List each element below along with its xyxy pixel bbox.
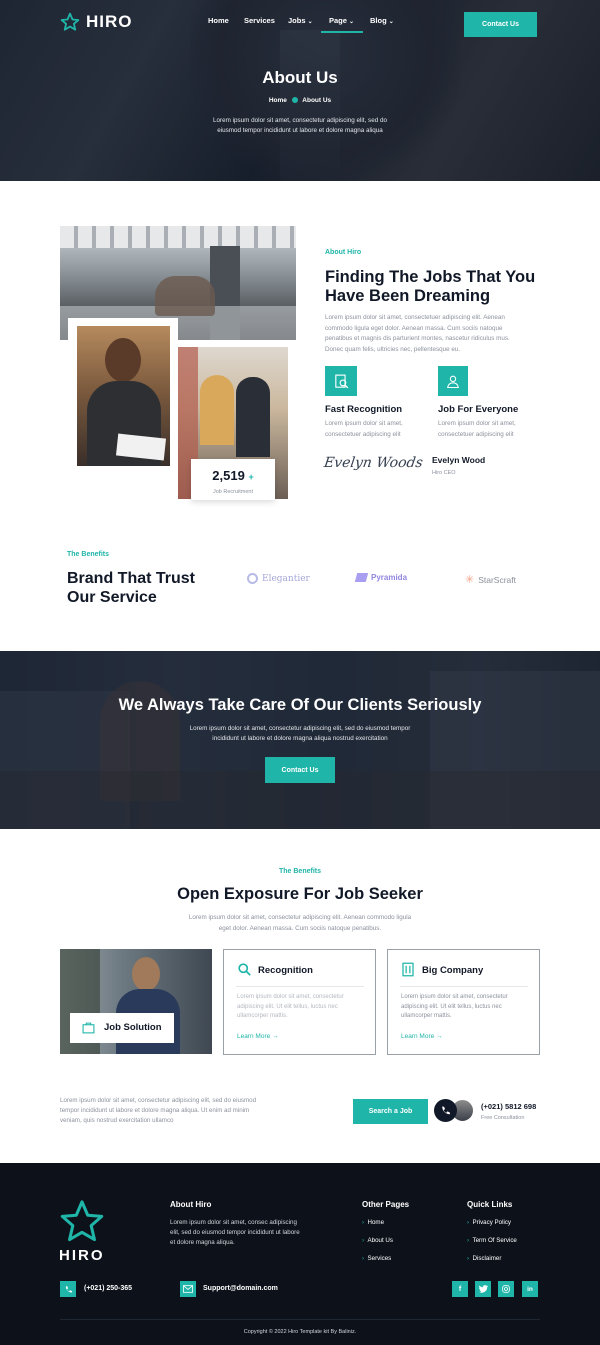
stat-value: 2,519 xyxy=(212,468,245,483)
nav-jobs[interactable]: Jobs ⌄ xyxy=(288,16,329,25)
benefits-title: Open Exposure For Job Seeker xyxy=(177,885,423,903)
consultation-phone[interactable]: (+021) 5812 698 xyxy=(481,1102,536,1111)
brand-logo-starscraft: ✳ StarScraft xyxy=(465,574,517,586)
ceo-role: Hiro CEO xyxy=(432,470,456,476)
header-contact-button[interactable]: Contact Us xyxy=(464,12,537,37)
footer-mail-icon xyxy=(180,1281,196,1297)
everyone-icon-box xyxy=(438,366,468,396)
card-title: Recognition xyxy=(258,965,313,976)
document-search-icon xyxy=(334,374,348,388)
phone-icon xyxy=(442,1106,451,1115)
search-job-button[interactable]: Search a Job xyxy=(353,1099,428,1124)
ceo-signature: Evelyn Woods xyxy=(322,455,424,471)
breadcrumb: Home About Us xyxy=(0,97,600,104)
stat-card: 2,519 + Job Recruitment xyxy=(191,459,275,500)
footer-link-services[interactable]: › Services xyxy=(362,1255,391,1262)
arrow-right-icon: → xyxy=(272,1033,279,1040)
benefits-eyebrow: The Benefits xyxy=(278,868,321,875)
phone-call-button[interactable] xyxy=(434,1099,457,1122)
footer-quick-title: Quick Links xyxy=(467,1200,513,1209)
job-solution-photo: Job Solution xyxy=(60,949,212,1054)
breadcrumb-separator-icon xyxy=(291,97,298,103)
brands-title: Brand That Trust Our Service xyxy=(67,570,196,606)
arrow-right-icon: → xyxy=(436,1033,443,1040)
job-solution-label[interactable]: Job Solution xyxy=(70,1013,174,1043)
star-logo-icon xyxy=(60,12,80,31)
brand-logo-elegantier: Elegantier xyxy=(247,573,310,584)
feature-text: Lorem ipsum dolor sit amet, consectetuer … xyxy=(438,420,516,438)
footer-brand[interactable]: HIRO xyxy=(59,1247,105,1264)
about-title: Finding The Jobs That You Have Been Dream… xyxy=(325,268,536,305)
nav-active-underline xyxy=(321,31,363,33)
building-icon xyxy=(402,962,414,977)
footer-link-home[interactable]: › Home xyxy=(362,1219,384,1226)
about-paragraph: Lorem ipsum dolor sit amet, consectetuer… xyxy=(325,314,510,353)
nav-page[interactable]: Page ⌄ xyxy=(321,16,370,33)
stat-plus: + xyxy=(248,472,254,482)
twitter-icon[interactable] xyxy=(475,1281,491,1297)
stat-label: Job Recruitment xyxy=(212,489,254,495)
page-title: About Us xyxy=(262,68,338,87)
footer-link-privacy[interactable]: › Privacy Policy xyxy=(467,1219,511,1226)
pyramida-icon xyxy=(354,573,369,582)
benefits-text: Lorem ipsum dolor sit amet, consectetur … xyxy=(188,914,412,932)
feature-title: Fast Recognition xyxy=(325,404,403,415)
facebook-icon[interactable]: f xyxy=(452,1281,468,1297)
card-text: Lorem ipsum dolor sit amet, consectetur a… xyxy=(237,994,344,1019)
footer-link-about[interactable]: › About Us xyxy=(362,1237,393,1244)
card-text: Lorem ipsum dolor sit amet, consectetur a… xyxy=(401,994,508,1019)
footer-star-logo-icon xyxy=(60,1200,104,1242)
recognition-icon-box xyxy=(325,366,357,396)
copyright: Copyright © 2022 Hiro Template kit By Ba… xyxy=(243,1329,357,1335)
starburst-icon: ✳ xyxy=(465,574,475,586)
main-nav: Home Services Jobs ⌄ Page ⌄ Blog ⌄ xyxy=(208,16,410,33)
cta-text: Lorem ipsum dolor sit amet, consectetur … xyxy=(60,1097,257,1124)
footer-link-disclaimer[interactable]: › Disclaimer xyxy=(467,1255,501,1262)
site-logo[interactable]: HIRO xyxy=(60,12,133,32)
footer-phone[interactable]: (+021) 250-365 xyxy=(84,1285,132,1292)
footer-about-text: Lorem ipsum dolor sit amet, consec adipi… xyxy=(170,1219,300,1246)
footer-link-terms[interactable]: › Term Of Service xyxy=(467,1237,517,1244)
brand-logo-pyramida: Pyramida xyxy=(354,573,407,582)
nav-blog[interactable]: Blog ⌄ xyxy=(370,16,410,25)
footer-divider xyxy=(60,1319,540,1320)
smiling-man-photo xyxy=(77,326,170,466)
search-icon xyxy=(238,963,251,976)
big-company-card[interactable]: Big Company Lorem ipsum dolor sit amet, … xyxy=(387,949,540,1055)
brand-name: HIRO xyxy=(86,12,133,31)
consultation-note: Free Consultation xyxy=(481,1115,525,1121)
recognition-card[interactable]: Recognition Lorem ipsum dolor sit amet, … xyxy=(223,949,376,1055)
feature-text: Lorem ipsum dolor sit amet, consectetuer … xyxy=(325,420,403,438)
learn-more-link[interactable]: Learn More → xyxy=(401,1033,443,1040)
footer-other-title: Other Pages xyxy=(362,1200,410,1209)
nav-home[interactable]: Home xyxy=(208,16,244,25)
chevron-down-icon: ⌄ xyxy=(307,19,313,25)
chevron-down-icon: ⌄ xyxy=(349,19,355,25)
nav-services[interactable]: Services xyxy=(244,16,288,25)
briefcase-icon xyxy=(82,1022,95,1034)
user-badge-icon xyxy=(447,375,459,388)
card-title: Big Company xyxy=(422,965,484,976)
footer-email[interactable]: Support@domain.com xyxy=(203,1285,278,1292)
banner-text: Lorem ipsum dolor sit amet, consectetur … xyxy=(189,725,411,742)
breadcrumb-current: About Us xyxy=(302,97,332,104)
learn-more-link[interactable]: Learn More → xyxy=(237,1033,279,1040)
banner-title: We Always Take Care Of Our Clients Serio… xyxy=(118,696,482,714)
footer-about-title: About Hiro xyxy=(170,1200,212,1209)
elegantier-icon xyxy=(247,573,258,584)
brands-eyebrow: The Benefits xyxy=(67,551,110,558)
breadcrumb-home[interactable]: Home xyxy=(269,97,287,104)
hero-text: Lorem ipsum dolor sit amet, consectetur … xyxy=(213,117,387,134)
linkedin-icon[interactable]: in xyxy=(522,1281,538,1297)
about-eyebrow: About Hiro xyxy=(325,249,362,256)
banner-contact-button[interactable]: Contact Us xyxy=(265,757,335,783)
instagram-icon[interactable] xyxy=(498,1281,514,1297)
feature-title: Job For Everyone xyxy=(438,404,519,415)
ceo-name: Evelyn Wood xyxy=(432,455,486,465)
footer-phone-icon xyxy=(60,1281,76,1297)
chevron-down-icon: ⌄ xyxy=(388,19,394,25)
